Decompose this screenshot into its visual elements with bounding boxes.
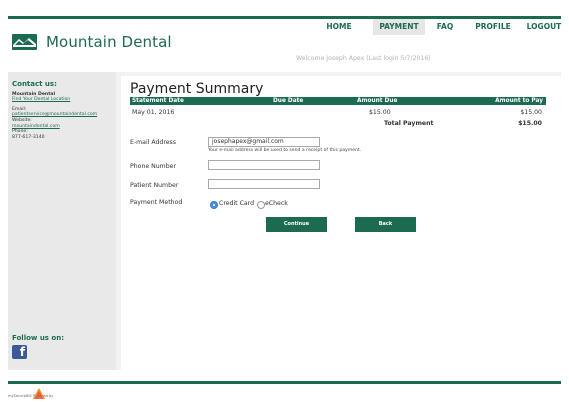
nav-logout[interactable]: LOGOUT xyxy=(524,19,564,35)
nav-payment[interactable]: PAYMENT xyxy=(373,19,425,35)
bottom-divider xyxy=(8,381,561,384)
back-button[interactable]: Back xyxy=(355,217,416,232)
email-field[interactable]: josephapex@gmail.com xyxy=(208,137,320,147)
nav-faq[interactable]: FAQ xyxy=(433,19,457,35)
powered-by-text: mySecureBill Powered by xyxy=(8,394,54,398)
patient-number-field[interactable] xyxy=(208,179,320,189)
col-statement-date: Statement Date xyxy=(132,98,184,104)
mountain-logo-icon xyxy=(12,34,37,50)
phone-label: Phone: xyxy=(12,129,28,134)
brand-logo[interactable]: Mountain Dental xyxy=(12,33,172,51)
summary-table-header xyxy=(130,97,546,105)
col-amount-due: Amount Due xyxy=(357,98,398,104)
amount-to-pay: $15.00 xyxy=(520,109,542,116)
contact-title: Contact us: xyxy=(12,80,57,88)
col-due-date: Due Date xyxy=(273,98,304,104)
follow-title: Follow us on: xyxy=(12,334,64,342)
nav-profile[interactable]: PROFILE xyxy=(473,19,513,35)
echeck-label[interactable]: eCheck xyxy=(265,200,288,207)
total-label: Total Payment xyxy=(384,120,434,127)
welcome-message: Welcome Joseph Apex (Last login 5/7/2016… xyxy=(296,55,431,62)
email-note: Your e-mail address will be used to send… xyxy=(208,148,362,153)
facebook-icon[interactable]: f xyxy=(12,345,27,359)
continue-button[interactable]: Continue xyxy=(266,217,327,232)
payment-method-label: Payment Method xyxy=(130,199,183,206)
patient-field-label: Patient Number xyxy=(130,182,179,189)
credit-card-label[interactable]: Credit Card xyxy=(219,200,254,207)
email-field-label: E-mail Address xyxy=(130,139,177,146)
col-amount-to-pay: Amount to Pay xyxy=(495,98,543,104)
website-label: Website: xyxy=(12,118,32,123)
nav-home[interactable]: HOME xyxy=(322,19,356,35)
vendor-logo-icon xyxy=(33,388,45,399)
echeck-radio[interactable] xyxy=(257,201,265,209)
phone-number: 877-617-3140 xyxy=(12,135,45,140)
page-title: Payment Summary xyxy=(130,81,264,97)
amount-due: $15.00 xyxy=(369,109,391,116)
brand-name: Mountain Dental xyxy=(46,33,172,51)
find-location-link[interactable]: Find Your Dental Location xyxy=(12,97,70,103)
phone-field[interactable] xyxy=(208,160,320,170)
credit-card-radio[interactable] xyxy=(210,201,218,209)
main-content xyxy=(121,72,561,370)
total-value: $15.00 xyxy=(518,120,542,127)
phone-field-label: Phone Number xyxy=(130,163,176,170)
email-link[interactable]: patientservice@mountaindental.com xyxy=(12,112,97,118)
statement-date: May 01, 2016 xyxy=(132,109,175,116)
